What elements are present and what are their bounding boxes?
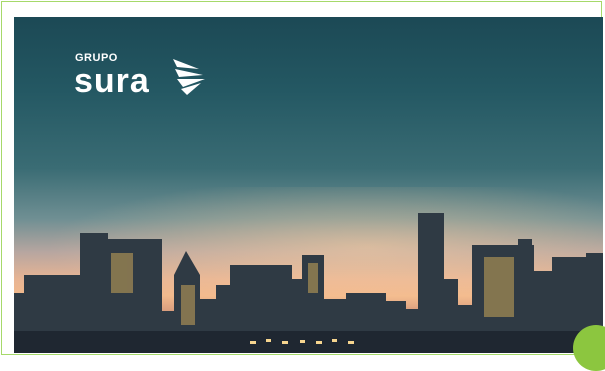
city-skyline xyxy=(14,213,603,353)
accent-circle xyxy=(573,325,605,371)
hero-banner: GRUPO sura xyxy=(14,17,603,353)
logo-sura-text: sura xyxy=(74,62,150,100)
sura-wing-icon xyxy=(173,59,205,95)
